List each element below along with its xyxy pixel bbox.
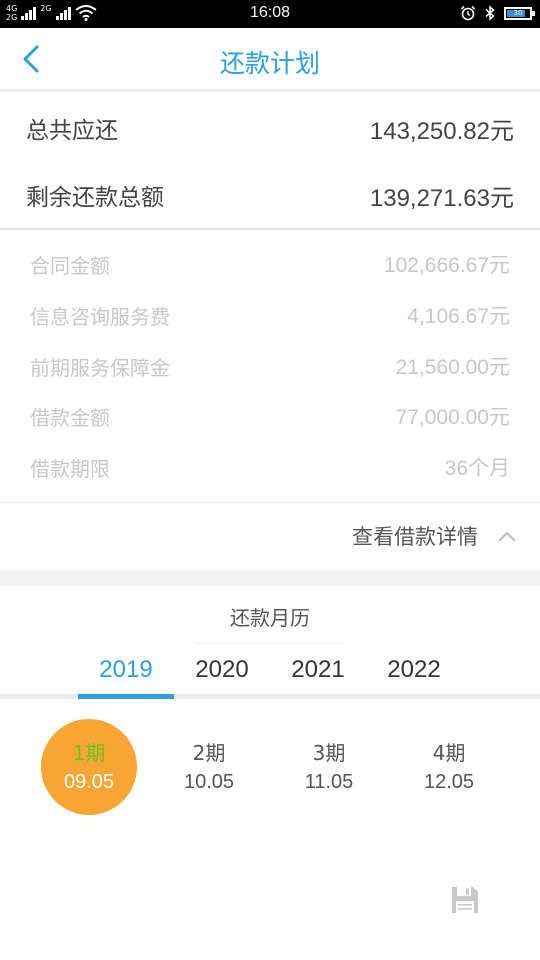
period-name: 4期 bbox=[432, 741, 466, 765]
period-name: 1期 bbox=[72, 741, 106, 765]
year-tabs: 2019 2020 2021 2022 bbox=[78, 650, 462, 698]
detail-value: 36个月 bbox=[444, 457, 510, 480]
period-item-2[interactable]: 2期 10.05 bbox=[149, 718, 269, 816]
tab-year-2019[interactable]: 2019 bbox=[78, 650, 174, 698]
status-time: 16:08 bbox=[249, 4, 291, 21]
detail-value: 4,106.67元 bbox=[407, 305, 510, 328]
detail-label: 前期服务保障金 bbox=[30, 355, 170, 380]
remaining-label: 剩余还款总额 bbox=[26, 185, 164, 211]
period-item-1[interactable]: 1期 09.05 bbox=[41, 719, 137, 815]
detail-row-service-deposit: 前期服务保障金 21,560.00元 bbox=[30, 350, 510, 382]
battery-icon: 30 bbox=[504, 6, 535, 20]
view-loan-details-button[interactable]: 查看借款详情 bbox=[352, 521, 516, 551]
year-tab-indicator bbox=[78, 694, 174, 699]
total-due-label: 总共应还 bbox=[26, 118, 118, 144]
period-date: 09.05 bbox=[63, 771, 115, 793]
tab-year-2022[interactable]: 2022 bbox=[366, 650, 462, 698]
detail-row-contract-amount: 合同金额 102,666.67元 bbox=[30, 248, 510, 280]
remaining-row: 剩余还款总额 139,271.63元 bbox=[26, 175, 514, 215]
details-toggle-row: 查看借款详情 bbox=[0, 502, 540, 570]
floppy-save-icon bbox=[452, 887, 478, 913]
period-name: 3期 bbox=[312, 741, 346, 765]
save-button[interactable] bbox=[449, 884, 481, 916]
detail-row-loan-term: 借款期限 36个月 bbox=[30, 451, 510, 483]
page-title: 还款计划 bbox=[219, 49, 320, 78]
bluetooth-icon bbox=[485, 5, 495, 21]
loan-details-list: 合同金额 102,666.67元 信息咨询服务费 4,106.67元 前期服务保… bbox=[0, 232, 540, 502]
period-list: 1期 09.05 2期 10.05 3期 11.05 4期 12.05 bbox=[30, 718, 510, 818]
app-header: 还款计划 bbox=[0, 28, 540, 92]
detail-label: 借款期限 bbox=[30, 456, 110, 481]
period-item-4[interactable]: 4期 12.05 bbox=[389, 718, 509, 816]
view-loan-details-label: 查看借款详情 bbox=[352, 525, 478, 549]
period-date: 12.05 bbox=[423, 771, 475, 793]
detail-row-consulting-fee: 信息咨询服务费 4,106.67元 bbox=[30, 299, 510, 331]
detail-label: 信息咨询服务费 bbox=[30, 304, 170, 329]
detail-value: 102,666.67元 bbox=[383, 254, 510, 277]
calendar-title-divider bbox=[196, 643, 344, 644]
detail-row-loan-amount: 借款金额 77,000.00元 bbox=[30, 400, 510, 432]
section-divider bbox=[0, 570, 540, 586]
status-right: 30 bbox=[460, 5, 535, 21]
period-item-3[interactable]: 3期 11.05 bbox=[269, 718, 389, 816]
detail-label: 借款金额 bbox=[30, 405, 110, 430]
period-name: 2期 bbox=[192, 741, 226, 765]
remaining-value: 139,271.63元 bbox=[369, 184, 514, 212]
totals-section: 总共应还 143,250.82元 剩余还款总额 139,271.63元 bbox=[0, 95, 540, 230]
chevron-up-icon bbox=[499, 531, 515, 541]
total-due-value: 143,250.82元 bbox=[369, 117, 514, 145]
calendar-title: 还款月历 bbox=[230, 606, 310, 630]
detail-value: 77,000.00元 bbox=[395, 406, 510, 429]
detail-label: 合同金额 bbox=[30, 253, 110, 278]
status-bar: 4G 2G 2G 16:08 30 bbox=[0, 0, 540, 28]
battery-level: 30 bbox=[513, 8, 523, 17]
alarm-icon bbox=[460, 5, 476, 21]
tab-year-2021[interactable]: 2021 bbox=[270, 650, 366, 698]
period-date: 11.05 bbox=[304, 771, 354, 793]
detail-value: 21,560.00元 bbox=[395, 356, 510, 379]
period-date: 10.05 bbox=[183, 771, 235, 793]
total-due-row: 总共应还 143,250.82元 bbox=[26, 108, 514, 148]
tab-year-2020[interactable]: 2020 bbox=[174, 650, 270, 698]
